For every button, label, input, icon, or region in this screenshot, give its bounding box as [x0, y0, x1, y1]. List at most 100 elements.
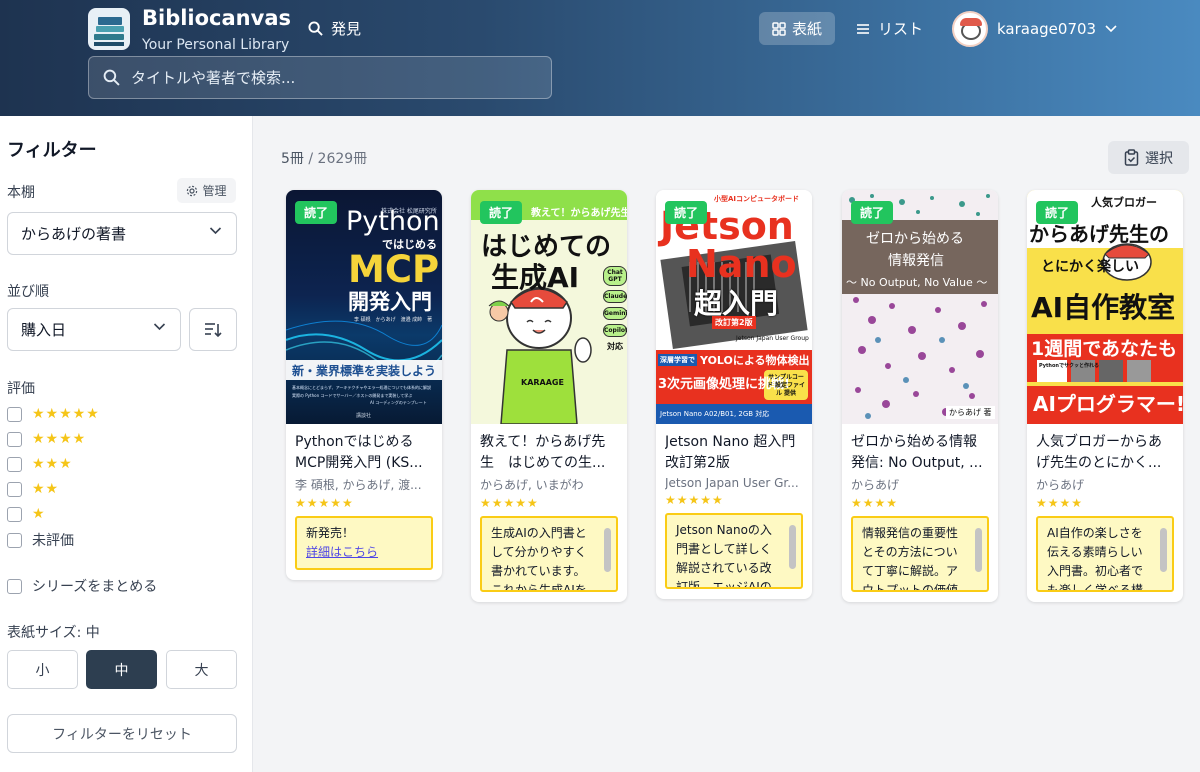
filter-sidebar: フィルター 本棚 管理 からあげの著書 並び順 購入日 評価 ★★★★★ ★★★…	[0, 116, 253, 772]
select-mode-button[interactable]: 選択	[1108, 141, 1189, 174]
book-title[interactable]: PythonではじめるMCP開発入門 (KS...	[295, 432, 433, 474]
sort-descending-icon	[205, 322, 222, 337]
cover-sub: Pythonでサクッと作れる	[1039, 363, 1099, 369]
search-input[interactable]	[131, 57, 541, 98]
rating-filter-2[interactable]: ★★	[7, 480, 59, 498]
cover-size-medium-button[interactable]: 中	[86, 650, 157, 689]
book-title[interactable]: Jetson Nano 超入門 改訂第2版	[665, 432, 803, 474]
book-cover[interactable]: 読了 ゼロから始める 情報発信 〜 No Output, No Value 〜 …	[842, 190, 998, 424]
chevron-down-icon	[153, 323, 166, 331]
manage-shelves-button[interactable]: 管理	[177, 178, 236, 203]
book-author: からあげ	[1036, 478, 1085, 492]
cover-size-small-button[interactable]: 小	[7, 650, 78, 689]
book-note-text: AI自作の楽しさを伝える素晴らしい入門書。初心者でも楽しく学べる構	[1047, 526, 1144, 592]
note-scrollbar[interactable]	[975, 528, 982, 572]
book-title[interactable]: ゼロから始める情報発信: No Output, ...	[851, 432, 989, 474]
book-note-text: 情報発信の重要性とその方法について丁寧に解説。アウトプットの価値	[862, 526, 959, 592]
list-icon	[857, 23, 869, 34]
reset-filters-button[interactable]: フィルターをリセット	[7, 714, 237, 753]
stars-3: ★★★	[32, 456, 73, 472]
group-series-toggle[interactable]: シリーズをまとめる	[7, 577, 157, 595]
discover-link[interactable]: 発見	[308, 18, 361, 39]
cover-size-label: 表紙サイズ: 中	[7, 625, 100, 641]
select-label: 選択	[1145, 150, 1173, 167]
cover-top-text: 小型AIコンピュータボード	[714, 195, 800, 203]
cover-author: からあげ 著	[946, 406, 995, 419]
rating-checkbox[interactable]	[7, 456, 22, 472]
cover-models: Jetson Nano A02/B01, 2GB 対応	[660, 410, 770, 418]
book-note: 新発売！ 詳細はこちら	[295, 516, 433, 570]
book-cover[interactable]: 読了 教えて！からあげ先生 はじめての 生成AI Chat GPT Claude…	[471, 190, 627, 424]
book-card[interactable]: 読了 小型AIコンピュータボード Jetson Nano 超入門 改訂第2版 J…	[656, 190, 812, 599]
view-list-button[interactable]: リスト	[856, 12, 923, 45]
user-menu[interactable]: karaage0703	[952, 11, 1117, 47]
series-label: シリーズをまとめる	[32, 579, 158, 595]
cover-size-large-button[interactable]: 大	[166, 650, 237, 689]
cover-tag-suffix: 対応	[607, 342, 623, 351]
book-count-total: / 2629冊	[303, 151, 368, 167]
shelf-select[interactable]: からあげの著書	[7, 212, 237, 255]
book-title[interactable]: 人気ブロガーからあげ先生のとにかく...	[1036, 432, 1174, 474]
details-link[interactable]: 詳細はこちら	[306, 545, 378, 559]
book-card[interactable]: 読了 株式会社 松尾研究所 Python ではじめる MCP 開発入門 李 碩根…	[286, 190, 442, 580]
book-note: 生成AIの入門書として分かりやすく書かれています。これから生成AIを	[480, 516, 618, 592]
book-card[interactable]: 読了 人気ブロガー からあげ先生の とにかく楽しい AI自作教室 1週間であなた…	[1027, 190, 1183, 602]
rating-filter-5[interactable]: ★★★★★	[7, 405, 100, 423]
search-icon	[103, 69, 120, 86]
rating-filter-unrated[interactable]: 未評価	[7, 531, 74, 549]
rating-checkbox[interactable]	[7, 532, 22, 548]
book-rating: ★★★★★	[480, 496, 539, 510]
cover-title-nano: Nano	[686, 242, 797, 286]
cover-band: 新・業界標準を実装しよう	[292, 364, 437, 378]
cover-art	[842, 194, 998, 419]
note-scrollbar[interactable]	[604, 528, 611, 572]
stars-1: ★	[32, 506, 46, 522]
book-note-text: 新発売！	[306, 526, 355, 540]
book-card[interactable]: 読了 教えて！からあげ先生 はじめての 生成AI Chat GPT Claude…	[471, 190, 627, 602]
book-rating: ★★★★	[851, 496, 899, 510]
book-cover[interactable]: 読了 小型AIコンピュータボード Jetson Nano 超入門 改訂第2版 J…	[656, 190, 812, 424]
book-note: 情報発信の重要性とその方法について丁寧に解説。アウトプットの価値	[851, 516, 989, 592]
stars-4: ★★★★	[32, 431, 87, 447]
chevron-down-icon	[209, 227, 222, 235]
read-badge: 読了	[295, 201, 338, 224]
note-scrollbar[interactable]	[789, 525, 796, 569]
shelf-label: 本棚	[7, 185, 35, 201]
discover-label: 発見	[331, 20, 362, 38]
cover-title-line3: AI自作教室	[1031, 291, 1176, 324]
manage-label: 管理	[202, 184, 227, 198]
cover-tag: Gemini	[603, 307, 627, 320]
stars-2: ★★	[32, 481, 60, 497]
book-card[interactable]: 読了 ゼロから始める 情報発信 〜 No Output, No Value 〜 …	[842, 190, 998, 602]
rating-checkbox[interactable]	[7, 406, 22, 422]
cover-title-line1: ゼロから始める	[866, 231, 964, 247]
rating-filter-3[interactable]: ★★★	[7, 455, 73, 473]
rating-filter-4[interactable]: ★★★★	[7, 430, 86, 448]
cover-tag-list: Chat GPT Claude Gemini Copilot 対応	[603, 266, 627, 352]
brand-name[interactable]: Bibliocanvas	[142, 6, 291, 30]
sort-select-value: 購入日	[21, 321, 67, 339]
avatar	[952, 11, 988, 47]
book-title[interactable]: 教えて！からあげ先生 はじめての生...	[480, 432, 618, 474]
cover-red-text-1b: YOLOによる物体検出	[700, 354, 810, 367]
book-cover[interactable]: 読了 人気ブロガー からあげ先生の とにかく楽しい AI自作教室 1週間であなた…	[1027, 190, 1183, 424]
view-cover-button[interactable]: 表紙	[759, 12, 835, 45]
app-header: Bibliocanvas Your Personal Library 発見 表紙…	[0, 0, 1200, 116]
rating-checkbox[interactable]	[7, 431, 22, 447]
book-cover[interactable]: 読了 株式会社 松尾研究所 Python ではじめる MCP 開発入門 李 碩根…	[286, 190, 442, 424]
book-author: からあげ	[851, 478, 900, 492]
note-scrollbar[interactable]	[1160, 528, 1167, 572]
rating-checkbox[interactable]	[7, 481, 22, 497]
search-box	[88, 56, 552, 99]
cover-small-text-2: 実際の Python コードでサーバー／ホストの開発まで実装して学ぶ	[292, 393, 413, 398]
cover-title-line4: 1週間であなたも	[1031, 338, 1178, 360]
bibliocanvas-logo-icon[interactable]	[88, 8, 130, 50]
series-checkbox[interactable]	[7, 578, 22, 594]
rating-filter-1[interactable]: ★	[7, 505, 46, 523]
book-note-text: Jetson Nanoの入門書として詳しく解説されている改訂版。エッジAIの	[676, 523, 772, 589]
sort-select[interactable]: 購入日	[7, 308, 181, 351]
filter-title: フィルター	[7, 140, 97, 161]
book-note-text: 生成AIの入門書として分かりやすく書かれています。これから生成AIを	[491, 526, 587, 592]
sort-order-button[interactable]	[189, 308, 237, 351]
rating-checkbox[interactable]	[7, 506, 22, 522]
